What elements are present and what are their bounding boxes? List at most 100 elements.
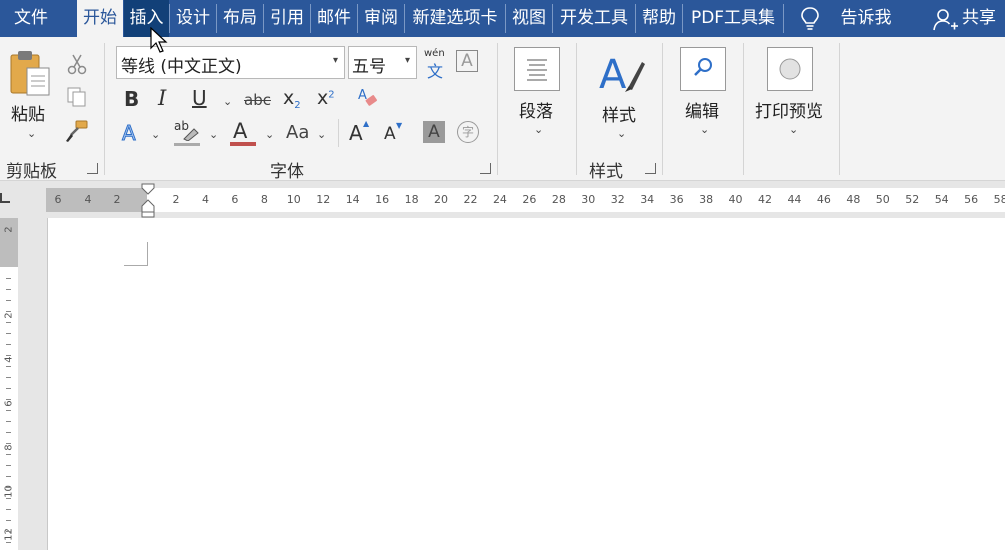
ruler-number: 48 xyxy=(846,193,861,206)
ruler-tick xyxy=(6,311,11,312)
change-case-button[interactable]: Aa xyxy=(286,122,309,143)
dialog-launcher-icon[interactable] xyxy=(480,163,491,174)
ruler-tick xyxy=(6,278,11,279)
underline-button[interactable]: U xyxy=(192,86,207,110)
group-divider xyxy=(743,43,744,175)
print-preview-icon-box xyxy=(767,47,813,91)
person-add-icon[interactable] xyxy=(933,8,959,32)
ruler-tick xyxy=(6,432,11,433)
ruler-number: 36 xyxy=(669,193,684,206)
ruler-tick xyxy=(6,454,11,455)
shrink-font-button[interactable]: A ▼ xyxy=(384,121,408,148)
chevron-down-icon[interactable]: ⌄ xyxy=(265,128,274,141)
subscript-button[interactable]: x2 xyxy=(283,87,309,113)
ribbon-home-panel: 粘贴 ⌄ 剪贴板 等线 (中文正文) ▾ 五号 ▾ wén 文 A B I U … xyxy=(0,37,1005,182)
chevron-down-icon[interactable]: ⌄ xyxy=(317,128,326,141)
cut-icon[interactable] xyxy=(66,53,88,75)
italic-button[interactable]: I xyxy=(158,86,166,110)
grow-font-letter: A xyxy=(349,121,363,145)
chevron-down-icon[interactable]: ⌄ xyxy=(151,128,160,141)
font-color-button[interactable]: A xyxy=(230,119,256,147)
ruler-number: 38 xyxy=(699,193,714,206)
enclose-character-button[interactable]: 字 xyxy=(457,121,479,143)
tab-developer[interactable]: 开发工具 xyxy=(553,0,635,37)
svg-text:A: A xyxy=(599,52,627,96)
tab-review[interactable]: 审阅 xyxy=(358,0,404,37)
ruler-tick xyxy=(6,498,11,499)
ruler-number: 52 xyxy=(905,193,920,206)
chevron-down-icon[interactable]: ⌄ xyxy=(27,127,36,140)
dialog-launcher-icon[interactable] xyxy=(645,163,656,174)
group-divider xyxy=(839,43,840,175)
ruler-number: 10 xyxy=(286,193,301,206)
character-shading-button[interactable]: A xyxy=(423,121,445,143)
clear-formatting-icon[interactable]: A xyxy=(356,85,380,111)
styles-group-label: 样式 xyxy=(589,162,623,182)
tab-view[interactable]: 视图 xyxy=(506,0,552,37)
ruler-tick xyxy=(6,366,11,367)
search-icon xyxy=(694,58,712,76)
group-divider xyxy=(497,43,498,175)
ruler-number: 12 xyxy=(316,193,331,206)
arrow-up-icon: ▲ xyxy=(363,119,370,128)
font-name-value: 等线 (中文正文) xyxy=(121,57,242,77)
tab-new-tab[interactable]: 新建选项卡 xyxy=(405,0,505,37)
group-divider xyxy=(662,43,663,175)
ruler-number: 44 xyxy=(787,193,802,206)
ruler-tick xyxy=(6,333,11,334)
tab-layout[interactable]: 布局 xyxy=(217,0,263,37)
indent-marker-icon[interactable] xyxy=(140,182,156,218)
ruler-tick xyxy=(6,344,11,345)
ruler-number: 50 xyxy=(875,193,890,206)
copy-icon[interactable] xyxy=(66,86,88,108)
ruler-number: 4 xyxy=(201,193,209,206)
tab-references[interactable]: 引用 xyxy=(264,0,310,37)
tab-pdf-tools[interactable]: PDF工具集 xyxy=(683,0,783,37)
paste-icon[interactable] xyxy=(8,49,54,97)
paste-button-label[interactable]: 粘贴 xyxy=(11,100,45,125)
bold-button[interactable]: B xyxy=(124,87,139,111)
superscript-button[interactable]: x2 xyxy=(317,87,343,113)
chevron-down-icon: ⌄ xyxy=(700,123,710,136)
ruler-number: 54 xyxy=(934,193,949,206)
tab-file[interactable]: 文件 xyxy=(0,0,62,37)
ruler-tick xyxy=(6,355,11,356)
font-size-value: 五号 xyxy=(352,57,386,77)
tab-design[interactable]: 设计 xyxy=(170,0,216,37)
styles-icon: A xyxy=(599,52,645,96)
lightbulb-icon[interactable] xyxy=(800,6,820,32)
ruler-tick xyxy=(6,531,11,532)
ruler-tick xyxy=(6,421,11,422)
chevron-down-icon[interactable]: ⌄ xyxy=(223,95,232,108)
ruler-tick xyxy=(6,388,11,389)
share-button[interactable]: 共享 xyxy=(962,0,1005,37)
tab-home[interactable]: 开始 xyxy=(77,0,123,37)
font-color-letter: A xyxy=(233,119,248,143)
tab-divider xyxy=(783,4,784,33)
ruler-number: 4 xyxy=(84,193,92,206)
tab-help[interactable]: 帮助 xyxy=(636,0,682,37)
format-painter-icon[interactable] xyxy=(64,119,90,143)
tab-selector-icon[interactable] xyxy=(0,193,10,203)
arrow-down-icon: ▼ xyxy=(396,121,403,130)
group-divider xyxy=(576,43,577,175)
ruler-number: 46 xyxy=(816,193,831,206)
vertical-ruler[interactable]: 2 2 4 6 8 10 12 xyxy=(0,218,18,550)
ruler-number: 42 xyxy=(758,193,772,206)
grow-font-button[interactable]: A ▲ xyxy=(349,119,373,147)
character-border-icon[interactable]: A xyxy=(456,50,478,72)
dialog-launcher-icon[interactable] xyxy=(87,163,98,174)
tell-me-search[interactable]: 告诉我 xyxy=(836,0,896,37)
tab-mailings[interactable]: 邮件 xyxy=(311,0,357,37)
highlight-color-button[interactable]: ab xyxy=(174,119,202,147)
ruler-number: 28 xyxy=(551,193,566,206)
text-effects-button[interactable]: A xyxy=(122,121,137,146)
strikethrough-button[interactable]: abc xyxy=(244,91,271,109)
document-page[interactable] xyxy=(47,218,1005,550)
horizontal-ruler[interactable]: 6 4 2 2 4 6 8 10 12 14 16 18 20 22 24 26 28 30 32 34 36 38 40 4… xyxy=(0,181,1005,218)
ruler-number: 22 xyxy=(463,193,478,206)
ruler-number: 24 xyxy=(492,193,507,206)
font-size-dropdown[interactable]: 五号 ▾ xyxy=(348,46,417,79)
phonetic-guide-icon[interactable]: wén 文 xyxy=(424,48,448,81)
chevron-down-icon[interactable]: ⌄ xyxy=(209,128,218,141)
